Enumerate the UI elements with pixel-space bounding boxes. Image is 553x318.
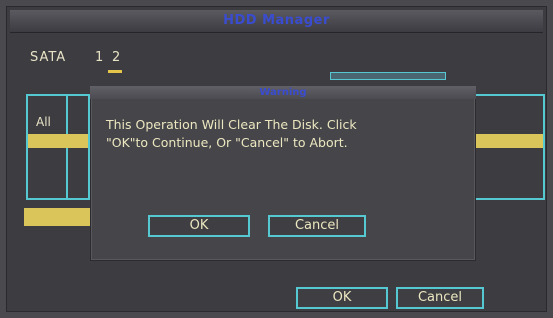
dialog-title: Warning — [259, 87, 307, 98]
sata-tab-2[interactable]: 2 — [112, 50, 120, 65]
dialog-message: This Operation Will Clear The Disk. Clic… — [106, 116, 446, 152]
dialog-ok-button[interactable]: OK — [148, 215, 250, 237]
window-titlebar: HDD Manager — [10, 10, 543, 33]
sata-tab-1[interactable]: 1 — [95, 50, 103, 65]
cancel-button[interactable]: Cancel — [396, 287, 484, 309]
dialog-titlebar: Warning — [90, 86, 476, 99]
dialog-message-line-2: "OK"to Continue, Or "Cancel" to Abort. — [106, 135, 348, 150]
sata-label: SATA — [30, 50, 67, 65]
ok-button[interactable]: OK — [296, 287, 388, 309]
format-button[interactable] — [24, 208, 92, 226]
selected-tab-indicator — [108, 70, 122, 73]
table-row-selected-right[interactable] — [474, 134, 543, 148]
dialog-cancel-button[interactable]: Cancel — [268, 215, 366, 237]
select-all-label[interactable]: All — [36, 115, 51, 129]
dialog-message-line-1: This Operation Will Clear The Disk. Clic… — [106, 117, 357, 132]
table-row-selected[interactable] — [28, 134, 88, 148]
background-control — [330, 72, 446, 80]
window-title: HDD Manager — [223, 13, 330, 28]
